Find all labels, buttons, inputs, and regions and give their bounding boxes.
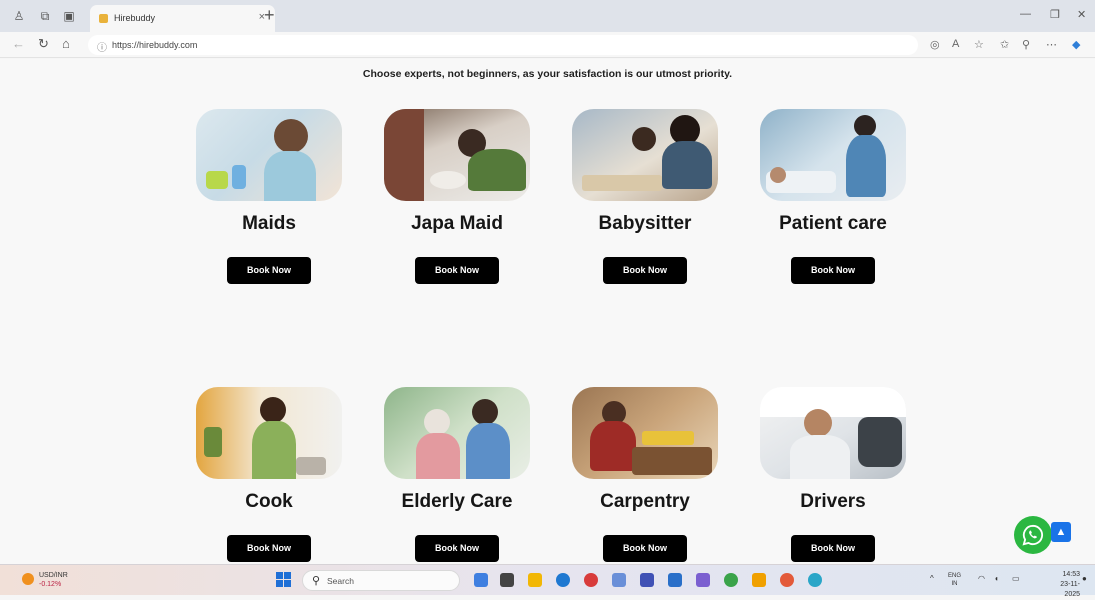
- book-now-button-drivers[interactable]: Book Now: [791, 535, 875, 562]
- language-indicator[interactable]: ENG IN: [948, 572, 961, 588]
- browser-tab-hirebuddy[interactable]: Hirebuddy ×: [90, 5, 275, 32]
- book-now-button-elderly-care[interactable]: Book Now: [415, 535, 499, 562]
- window-close-icon[interactable]: ✕: [1077, 8, 1086, 21]
- browser-toolbar: ← ↻ ⌂ ⓘ https://hirebuddy.com ◎ A ☆ ✩ ⚲ …: [0, 32, 1095, 58]
- tab-title: Hirebuddy: [114, 13, 156, 23]
- clock-time: 14:53: [1062, 571, 1080, 578]
- new-tab-button[interactable]: +: [264, 5, 275, 25]
- book-now-button-carpentry[interactable]: Book Now: [603, 535, 687, 562]
- service-name: Maids: [242, 213, 296, 234]
- app-icon-indigo[interactable]: [640, 573, 654, 587]
- widget-value: -0.12%: [39, 581, 62, 588]
- store-icon[interactable]: [612, 573, 626, 587]
- book-now-button-maids[interactable]: Book Now: [227, 257, 311, 284]
- whatsapp-chat-button[interactable]: [1014, 516, 1052, 554]
- teams-icon[interactable]: [696, 573, 710, 587]
- service-card-japa-maid: Japa Maid Book Now: [382, 109, 532, 284]
- more-menu-icon[interactable]: ⋯: [1046, 38, 1057, 51]
- taskbar-clock[interactable]: 14:53 23-11-2025: [1046, 570, 1080, 600]
- chevron-up-icon: ▲: [1055, 526, 1067, 538]
- taskbar-search[interactable]: ⚲ Search: [302, 570, 460, 591]
- file-explorer-icon[interactable]: [528, 573, 542, 587]
- address-bar[interactable]: ⓘ https://hirebuddy.com: [88, 35, 918, 55]
- service-name: Drivers: [800, 491, 866, 512]
- copilot-icon[interactable]: ◆: [1072, 38, 1080, 51]
- service-card-drivers: Drivers Book Now: [758, 387, 908, 562]
- site-info-icon[interactable]: ⓘ: [97, 39, 107, 54]
- address-url[interactable]: https://hirebuddy.com: [112, 40, 197, 50]
- drivers-photo: [760, 387, 906, 479]
- maids-photo: [196, 109, 342, 201]
- start-button[interactable]: [276, 572, 292, 588]
- chrome-icon[interactable]: [724, 573, 738, 587]
- site-favicon-icon: [99, 14, 108, 23]
- tab-actions-icon[interactable]: ▣: [62, 9, 76, 23]
- refresh-icon[interactable]: ↻: [38, 37, 49, 51]
- book-now-button-cook[interactable]: Book Now: [227, 535, 311, 562]
- browser-tabstrip: ♙ ⧉ ▣ Hirebuddy × + — ❐ ✕: [0, 0, 1095, 32]
- battery-icon[interactable]: ▭: [1012, 574, 1020, 583]
- service-card-maids: Maids Book Now: [194, 109, 344, 284]
- page-tagline: Choose experts, not beginners, as your s…: [362, 68, 733, 80]
- page-content: Choose experts, not beginners, as your s…: [0, 59, 1095, 564]
- profile-icon[interactable]: ♙: [12, 9, 26, 23]
- copilot-app-icon[interactable]: [474, 573, 488, 587]
- japa-maid-photo: [384, 109, 530, 201]
- edge-icon[interactable]: [556, 573, 570, 587]
- volume-icon[interactable]: ◖: [994, 574, 999, 583]
- service-name: Babysitter: [598, 213, 692, 234]
- search-placeholder: Search: [327, 576, 354, 586]
- book-now-button-japa-maid[interactable]: Book Now: [415, 257, 499, 284]
- service-name: Cook: [245, 491, 293, 512]
- elderly-care-photo: [384, 387, 530, 479]
- service-card-elderly-care: Elderly Care Book Now: [382, 387, 532, 562]
- home-icon[interactable]: ⌂: [62, 37, 70, 51]
- service-card-cook: Cook Book Now: [194, 387, 344, 562]
- app-icon-orange[interactable]: [752, 573, 766, 587]
- search-icon: ⚲: [312, 575, 321, 587]
- patient-care-photo: [760, 109, 906, 201]
- whatsapp-icon: [1022, 524, 1044, 546]
- favorite-star-icon[interactable]: ☆: [974, 38, 984, 51]
- carpentry-photo: [572, 387, 718, 479]
- tray-overflow-icon[interactable]: ^: [930, 574, 934, 583]
- read-aloud-icon[interactable]: A: [952, 38, 959, 50]
- babysitter-photo: [572, 109, 718, 201]
- book-now-button-patient-care[interactable]: Book Now: [791, 257, 875, 284]
- book-now-button-babysitter[interactable]: Book Now: [603, 257, 687, 284]
- app-icon-shield[interactable]: [780, 573, 794, 587]
- service-name: Elderly Care: [401, 491, 513, 512]
- scroll-to-top-button[interactable]: ▲: [1051, 522, 1071, 542]
- service-card-patient-care: Patient care Book Now: [758, 109, 908, 284]
- wifi-icon[interactable]: ◠: [978, 574, 985, 583]
- app-icon-blue[interactable]: [668, 573, 682, 587]
- language-code: ENG: [948, 573, 962, 579]
- favorites-icon[interactable]: ✩: [1000, 38, 1009, 51]
- clock-date: 23-11-2025: [1060, 581, 1080, 598]
- notification-bell-icon[interactable]: ●: [1082, 574, 1087, 583]
- extensions-icon[interactable]: ⚲: [1022, 38, 1030, 51]
- windows-taskbar: USD/INR -0.12% ⚲ Search ^ ENG IN ◠ ◖ ▭ 14…: [0, 564, 1095, 598]
- service-card-babysitter: Babysitter Book Now: [570, 109, 720, 284]
- reader-icon[interactable]: ◎: [930, 38, 940, 51]
- region-code: IN: [951, 581, 958, 587]
- minimize-icon[interactable]: —: [1020, 8, 1031, 20]
- service-name: Carpentry: [600, 491, 690, 512]
- task-view-icon[interactable]: [500, 573, 514, 587]
- collections-icon[interactable]: ⧉: [38, 9, 52, 23]
- app-icon-red[interactable]: [584, 573, 598, 587]
- maximize-icon[interactable]: ❐: [1050, 8, 1060, 21]
- service-name: Patient care: [779, 213, 887, 234]
- service-card-carpentry: Carpentry Book Now: [570, 387, 720, 562]
- market-widget-icon: [22, 573, 34, 585]
- back-icon[interactable]: ←: [12, 37, 25, 51]
- app-icon-teal[interactable]: [808, 573, 822, 587]
- service-name: Japa Maid: [411, 213, 503, 234]
- widget-label: USD/INR: [39, 572, 68, 579]
- cook-photo: [196, 387, 342, 479]
